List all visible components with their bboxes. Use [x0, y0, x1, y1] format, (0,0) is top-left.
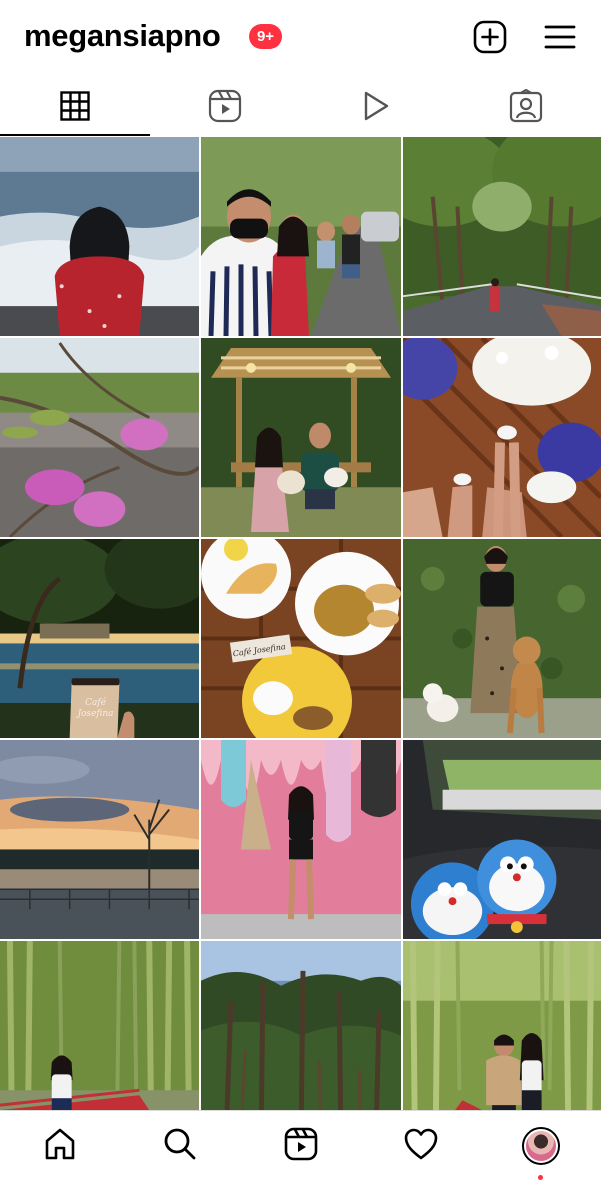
tab-reels[interactable] [150, 76, 300, 136]
profile-tabs [0, 76, 601, 136]
post-photo [0, 338, 199, 537]
heart-icon [404, 1128, 438, 1160]
nav-reels[interactable] [240, 1111, 360, 1200]
post-thumbnail[interactable] [403, 941, 601, 1111]
tab-tagged[interactable] [451, 76, 601, 136]
post-thumbnail[interactable] [0, 338, 199, 537]
search-icon [164, 1128, 196, 1160]
tab-videos[interactable] [301, 76, 451, 136]
post-photo [403, 137, 601, 336]
post-photo: Café Josefina [0, 539, 199, 738]
svg-text:Café: Café [85, 697, 106, 708]
reels-icon [209, 89, 242, 123]
post-thumbnail[interactable] [403, 740, 601, 939]
nav-search[interactable] [120, 1111, 240, 1200]
post-thumbnail[interactable] [403, 539, 601, 738]
hamburger-menu-icon [544, 25, 576, 49]
home-icon [45, 1128, 75, 1160]
post-photo [0, 137, 199, 336]
nav-profile[interactable] [481, 1111, 601, 1200]
post-thumbnail[interactable]: Café Josefina [0, 539, 199, 738]
post-photo [0, 740, 199, 939]
post-photo [201, 941, 401, 1111]
post-thumbnail[interactable] [0, 740, 199, 939]
posts-grid: Café Josefina Café Josefina [0, 137, 601, 1111]
reels-icon [284, 1127, 317, 1161]
post-thumbnail[interactable] [201, 338, 401, 537]
post-thumbnail[interactable] [201, 137, 401, 336]
post-photo [201, 740, 401, 939]
post-photo [403, 941, 601, 1111]
tab-posts[interactable] [0, 76, 151, 136]
post-thumbnail[interactable] [0, 137, 199, 336]
post-thumbnail[interactable] [403, 137, 601, 336]
profile-header: megansiapno 9+ [0, 0, 601, 76]
post-photo [201, 137, 401, 336]
menu-button[interactable] [541, 18, 579, 56]
post-thumbnail[interactable]: Café Josefina [201, 539, 401, 738]
tagged-person-icon [509, 89, 542, 123]
post-photo [403, 338, 601, 537]
post-photo [403, 740, 601, 939]
create-post-button[interactable] [471, 18, 509, 56]
nav-home[interactable] [0, 1111, 120, 1200]
svg-text:Josefina: Josefina [76, 709, 114, 719]
post-photo [0, 941, 199, 1111]
post-thumbnail[interactable] [403, 338, 601, 537]
post-photo [201, 338, 401, 537]
post-photo: Café Josefina [201, 539, 401, 738]
profile-username[interactable]: megansiapno [24, 18, 221, 54]
post-thumbnail[interactable] [201, 941, 401, 1111]
profile-avatar [521, 1127, 560, 1165]
notification-badge[interactable]: 9+ [249, 24, 282, 49]
nav-activity[interactable] [361, 1111, 481, 1200]
play-icon [364, 91, 388, 121]
post-thumbnail[interactable] [0, 941, 199, 1111]
post-thumbnail[interactable] [201, 740, 401, 939]
grid-icon [60, 91, 90, 121]
bottom-navigation [0, 1110, 601, 1200]
notification-dot [538, 1175, 544, 1180]
plus-square-icon [473, 20, 507, 54]
avatar-image [525, 1131, 556, 1161]
post-photo [403, 539, 601, 738]
